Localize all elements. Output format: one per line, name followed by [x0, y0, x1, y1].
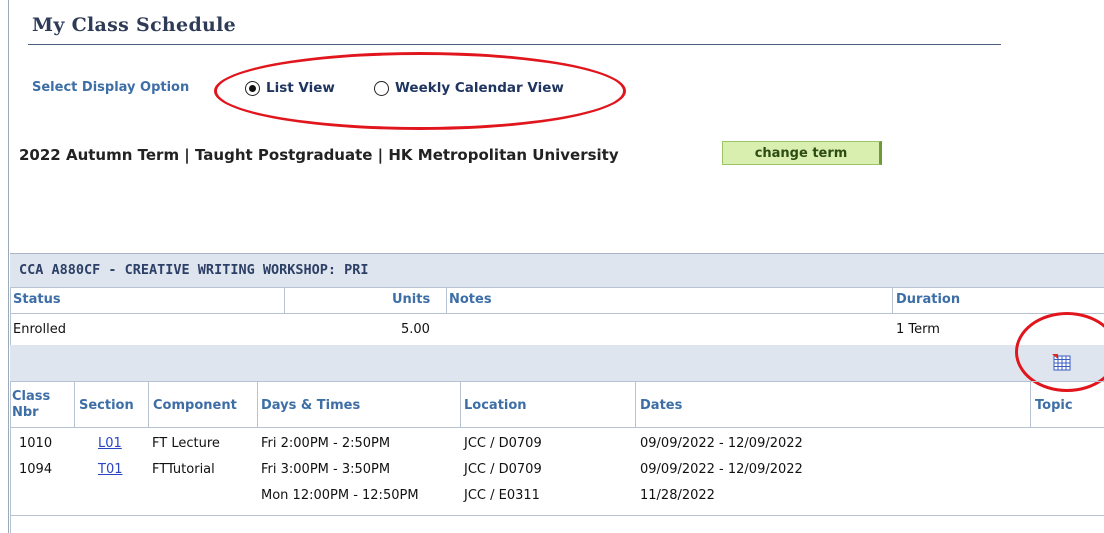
class-nbr-cell: 1094 — [19, 462, 53, 477]
class-nbr-header-line1: Class — [12, 389, 51, 404]
display-option-label: Select Display Option — [32, 80, 190, 95]
dates-header: Dates — [640, 398, 683, 413]
location-cell: JCC / D0709 — [464, 462, 542, 477]
component-cell: FT Lecture — [152, 436, 220, 451]
section-header: Section — [79, 398, 134, 413]
status-value: Enrolled — [13, 322, 66, 337]
divider — [10, 515, 1104, 516]
divider — [257, 382, 258, 427]
location-header: Location — [464, 398, 527, 413]
class-nbr-header-line2: Nbr — [12, 405, 39, 420]
location-cell: JCC / E0311 — [464, 488, 540, 503]
divider — [892, 288, 893, 313]
location-cell: JCC / D0709 — [464, 436, 542, 451]
dates-cell: 09/09/2022 - 12/09/2022 — [640, 462, 803, 477]
divider — [1030, 382, 1031, 427]
course-title-bar: CCA A880CF - CREATIVE WRITING WORKSHOP: … — [10, 253, 1104, 287]
page-title: My Class Schedule — [32, 14, 237, 36]
days-times-cell: Mon 12:00PM - 12:50PM — [261, 488, 419, 503]
change-term-button[interactable]: change term — [722, 141, 882, 165]
divider — [460, 382, 461, 427]
component-header: Component — [153, 398, 237, 413]
divider — [10, 313, 1104, 314]
divider — [74, 382, 75, 427]
term-description: 2022 Autumn Term | Taught Postgraduate |… — [19, 146, 619, 164]
notes-header: Notes — [449, 292, 492, 307]
section-link[interactable]: T01 — [98, 462, 122, 477]
dates-cell: 09/09/2022 - 12/09/2022 — [640, 436, 803, 451]
topic-header: Topic — [1035, 398, 1073, 413]
duration-header: Duration — [896, 292, 961, 307]
divider — [10, 381, 1104, 382]
days-times-cell: Fri 2:00PM - 2:50PM — [261, 436, 391, 451]
class-nbr-header: Class Nbr — [12, 389, 50, 421]
divider — [284, 288, 285, 313]
calendar-toolbar-band — [10, 345, 1104, 381]
component-cell: FTTutorial — [152, 462, 215, 477]
section-link[interactable]: L01 — [98, 436, 122, 451]
divider — [10, 427, 1104, 428]
units-value: 5.00 — [401, 322, 430, 337]
divider — [148, 382, 149, 427]
class-nbr-cell: 1010 — [19, 436, 53, 451]
page-left-border — [8, 0, 9, 533]
units-header: Units — [392, 292, 431, 307]
dates-cell: 11/28/2022 — [640, 488, 715, 503]
divider — [446, 288, 447, 313]
divider — [635, 382, 636, 427]
status-header: Status — [13, 292, 61, 307]
annotation-circle-display-options — [214, 52, 626, 130]
duration-value: 1 Term — [896, 322, 940, 337]
days-times-cell: Fri 3:00PM - 3:50PM — [261, 462, 391, 477]
days-times-header: Days & Times — [261, 398, 361, 413]
divider — [10, 287, 1104, 288]
title-underline — [28, 44, 1001, 45]
